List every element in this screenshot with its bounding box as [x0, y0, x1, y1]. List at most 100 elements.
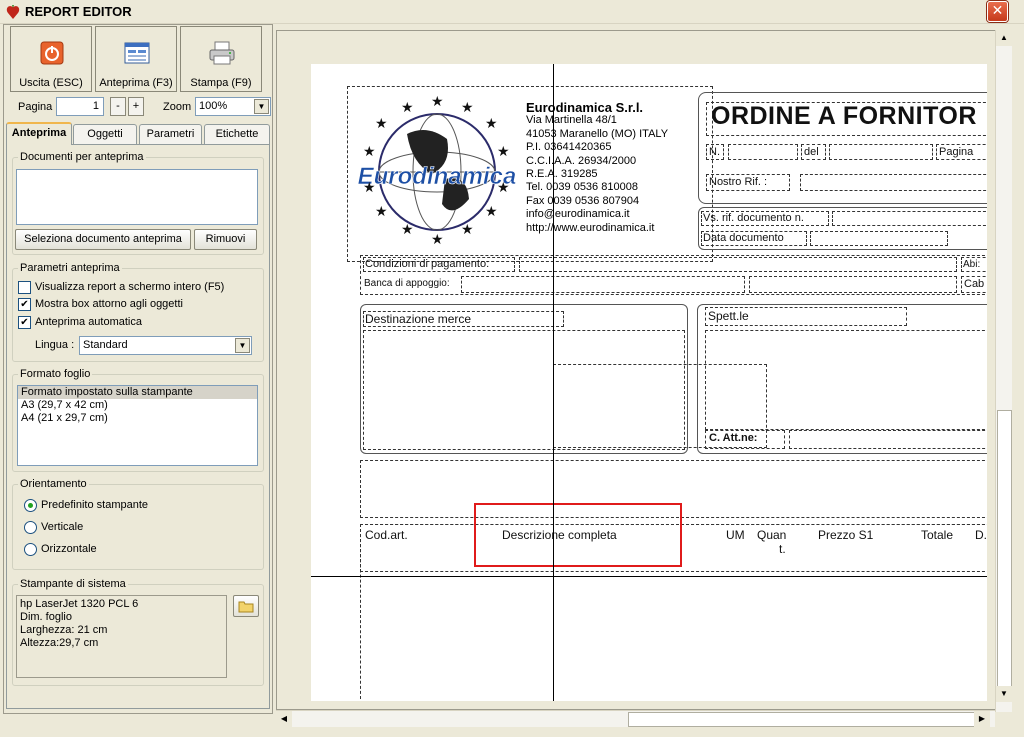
orientation-default-label: Predefinito stampante	[41, 499, 149, 511]
scroll-left-icon[interactable]: ◀	[276, 711, 292, 727]
svg-text:★: ★	[485, 116, 498, 132]
remove-document-button[interactable]: Rimuovi	[194, 229, 257, 250]
chevron-down-icon[interactable]: ▼	[235, 338, 250, 353]
data-doc-label: Data documento	[703, 232, 784, 244]
printer-info: hp LaserJet 1320 PCL 6 Dim. foglio Largh…	[16, 595, 227, 678]
orientation-vertical-label: Verticale	[41, 521, 84, 533]
app-icon	[6, 5, 20, 19]
cab-label: Cab	[964, 278, 985, 290]
select-document-button[interactable]: Seleziona documento anteprima	[15, 229, 191, 250]
printer-folder-button[interactable]	[233, 595, 259, 617]
page-label: Pagina	[18, 101, 53, 113]
print-label: Stampa (F9)	[190, 77, 252, 89]
auto-preview-checkbox[interactable]: ✔	[18, 316, 31, 329]
printer-icon	[209, 41, 235, 65]
scroll-down-icon[interactable]: ▼	[996, 686, 1012, 702]
nostro-rif-label: Nostro Rif. :	[709, 176, 768, 188]
company-logo: Eurodinamica ★ ★ ★ ★ ★ ★ ★ ★ ★ ★ ★ ★ ★ ★	[357, 94, 517, 246]
preview-button[interactable]: Anteprima (F3)	[95, 26, 177, 92]
col-d: D.	[975, 528, 987, 542]
fullscreen-label: Visualizza report a schermo intero (F5)	[35, 281, 225, 293]
horizontal-scroll-thumb[interactable]	[628, 712, 978, 727]
print-button[interactable]: Stampa (F9)	[180, 26, 262, 92]
auto-preview-label: Anteprima automatica	[35, 316, 142, 328]
orientation-vertical-radio[interactable]	[24, 521, 37, 534]
power-icon	[40, 41, 64, 65]
page-next-button[interactable]: +	[128, 97, 144, 116]
report-page: Eurodinamica ★ ★ ★ ★ ★ ★ ★ ★ ★ ★ ★ ★ ★ ★ Eurodina…	[311, 64, 987, 701]
show-box-checkbox[interactable]: ✔	[18, 298, 31, 311]
language-label: Lingua :	[35, 339, 75, 351]
format-item[interactable]: Formato impostato sulla stampante	[18, 386, 257, 399]
format-list[interactable]: Formato impostato sulla stampante A3 (29…	[17, 385, 258, 466]
svg-text:★: ★	[375, 204, 388, 220]
c-att-value-box	[789, 430, 987, 449]
company-line: http://www.eurodinamica.it	[526, 221, 655, 234]
selection-rectangle[interactable]	[474, 503, 682, 567]
vs-rif-label: Vs. rif. documento n.	[703, 212, 804, 224]
page-input[interactable]: 1	[56, 97, 104, 116]
company-info: Eurodinamica S.r.l. Via Martinella 48/1 …	[526, 101, 668, 235]
cond-pag-label: Condizioni di pagamento:	[365, 258, 490, 270]
fullscreen-checkbox[interactable]	[18, 281, 31, 294]
logo-text: Eurodinamica	[358, 163, 517, 190]
banca-label: Banca di appoggio:	[364, 278, 450, 289]
preview-icon	[124, 42, 150, 64]
company-name: Eurodinamica S.r.l.	[526, 100, 644, 115]
printer-info-line: Larghezza: 21 cm	[20, 624, 108, 636]
company-line: Tel. 0039 0536 810008	[526, 181, 638, 194]
format-item[interactable]: A3 (29,7 x 42 cm)	[18, 399, 257, 412]
company-line: R.E.A. 319285	[526, 168, 598, 181]
svg-text:★: ★	[461, 222, 474, 238]
scroll-right-icon[interactable]: ▶	[974, 711, 990, 727]
horizontal-guide[interactable]	[311, 576, 987, 577]
documents-list[interactable]	[16, 169, 258, 225]
abi-label: Abi:	[963, 259, 981, 270]
title-bar: REPORT EDITOR ✕	[0, 0, 1024, 24]
data-doc-value-box	[810, 231, 948, 246]
vertical-scrollbar[interactable]: ▲ ▼	[995, 30, 1012, 712]
orientation-horizontal-radio[interactable]	[24, 543, 37, 556]
vs-rif-value-box	[832, 211, 987, 226]
svg-text:★: ★	[363, 144, 376, 160]
tab-oggetti[interactable]: Oggetti	[73, 124, 137, 144]
vertical-scroll-thumb[interactable]	[997, 410, 1012, 690]
tab-etichette[interactable]: Etichette	[204, 124, 270, 144]
page-prev-button[interactable]: -	[110, 97, 126, 116]
del-value-box	[829, 144, 933, 160]
col-um: UM	[726, 528, 745, 542]
vertical-guide[interactable]	[553, 64, 554, 701]
company-line: C.C.I.A.A. 26934/2000	[526, 154, 637, 167]
n-box	[706, 144, 724, 160]
scroll-up-icon[interactable]: ▲	[996, 30, 1012, 46]
company-line: P.I. 03641420365	[526, 141, 612, 154]
pagina-label: Pagina	[939, 146, 974, 158]
printer-info-line: hp LaserJet 1320 PCL 6	[20, 598, 139, 610]
params-title: Parametri anteprima	[18, 262, 122, 274]
col-totale: Totale	[921, 528, 954, 542]
chevron-down-icon[interactable]: ▼	[254, 99, 269, 114]
svg-text:★: ★	[401, 222, 414, 238]
svg-text:★: ★	[375, 116, 388, 132]
destination-label: Destinazione merce	[365, 312, 472, 326]
tab-anteprima[interactable]: Anteprima	[6, 122, 72, 145]
svg-text:★: ★	[497, 144, 510, 160]
close-button[interactable]: ✕	[987, 1, 1008, 22]
format-item[interactable]: A4 (21 x 29,7 cm)	[18, 412, 257, 425]
col-prezzo: Prezzo S1	[818, 528, 874, 542]
language-select[interactable]: Standard ▼	[79, 336, 252, 355]
zoom-select[interactable]: 100% ▼	[195, 97, 271, 116]
col-quant-2: t.	[779, 542, 786, 556]
order-title: ORDINE A FORNITOR	[711, 102, 977, 130]
window-title: REPORT EDITOR	[25, 4, 132, 19]
exit-button[interactable]: Uscita (ESC)	[10, 26, 92, 92]
tab-parametri[interactable]: Parametri	[139, 124, 202, 144]
orientation-default-radio[interactable]	[24, 499, 37, 512]
orientation-title: Orientamento	[18, 478, 89, 490]
col-codart: Cod.art.	[365, 528, 408, 542]
svg-text:★: ★	[485, 204, 498, 220]
horizontal-scrollbar[interactable]: ◀ ▶	[276, 710, 995, 727]
svg-text:★: ★	[497, 180, 510, 196]
zoom-value: 100%	[199, 100, 228, 112]
banca-value-box	[461, 276, 745, 293]
